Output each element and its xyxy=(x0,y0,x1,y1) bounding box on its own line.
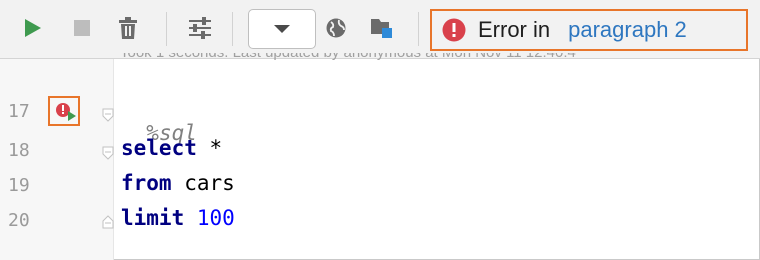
toolbar-separator xyxy=(418,12,419,46)
code-token: * xyxy=(196,136,223,160)
toolbar: Error in paragraph 2 xyxy=(0,0,760,59)
toolbar-separator xyxy=(166,12,167,46)
line-number: 20 xyxy=(8,210,30,231)
folder-icon xyxy=(371,19,392,38)
fold-icon[interactable] xyxy=(102,108,114,122)
settings-button[interactable] xyxy=(184,12,216,44)
line-number: 17 xyxy=(8,101,30,122)
gutter-run-error-button[interactable] xyxy=(48,96,80,126)
error-indicator: Error in paragraph 2 xyxy=(430,9,748,51)
stop-icon xyxy=(74,20,90,36)
error-paragraph-link[interactable]: paragraph 2 xyxy=(568,17,687,43)
globe-icon xyxy=(326,18,346,38)
line-number: 18 xyxy=(8,140,30,161)
error-label: Error in xyxy=(478,17,551,42)
web-button[interactable] xyxy=(320,12,352,44)
chevron-down-icon xyxy=(274,25,290,33)
interpreter-dropdown[interactable] xyxy=(248,9,316,49)
code-token-keyword: limit xyxy=(121,206,185,230)
trash-icon xyxy=(119,17,137,39)
delete-button[interactable] xyxy=(112,12,144,44)
stop-button[interactable] xyxy=(66,12,98,44)
folder-button[interactable] xyxy=(366,12,398,44)
code-line[interactable]: from cars xyxy=(121,171,235,195)
code-token-keyword: from xyxy=(121,171,172,195)
toolbar-separator xyxy=(232,12,233,46)
settings-sliders-icon xyxy=(189,17,211,39)
line-number: 19 xyxy=(8,175,30,196)
fold-icon[interactable] xyxy=(102,146,114,160)
code-token-keyword: select xyxy=(121,136,197,160)
run-button[interactable] xyxy=(16,12,48,44)
paragraph-status-text: Took 1 seconds. Last updated by anonymou… xyxy=(120,53,760,67)
code-line[interactable]: select * xyxy=(121,136,222,160)
error-icon xyxy=(442,18,466,42)
code-token: cars xyxy=(171,171,235,195)
code-token-number: 100 xyxy=(196,206,235,230)
error-run-icon xyxy=(56,103,76,121)
fold-end-icon[interactable] xyxy=(102,215,114,229)
code-line[interactable]: limit 100 xyxy=(121,206,235,230)
run-icon xyxy=(25,19,41,37)
